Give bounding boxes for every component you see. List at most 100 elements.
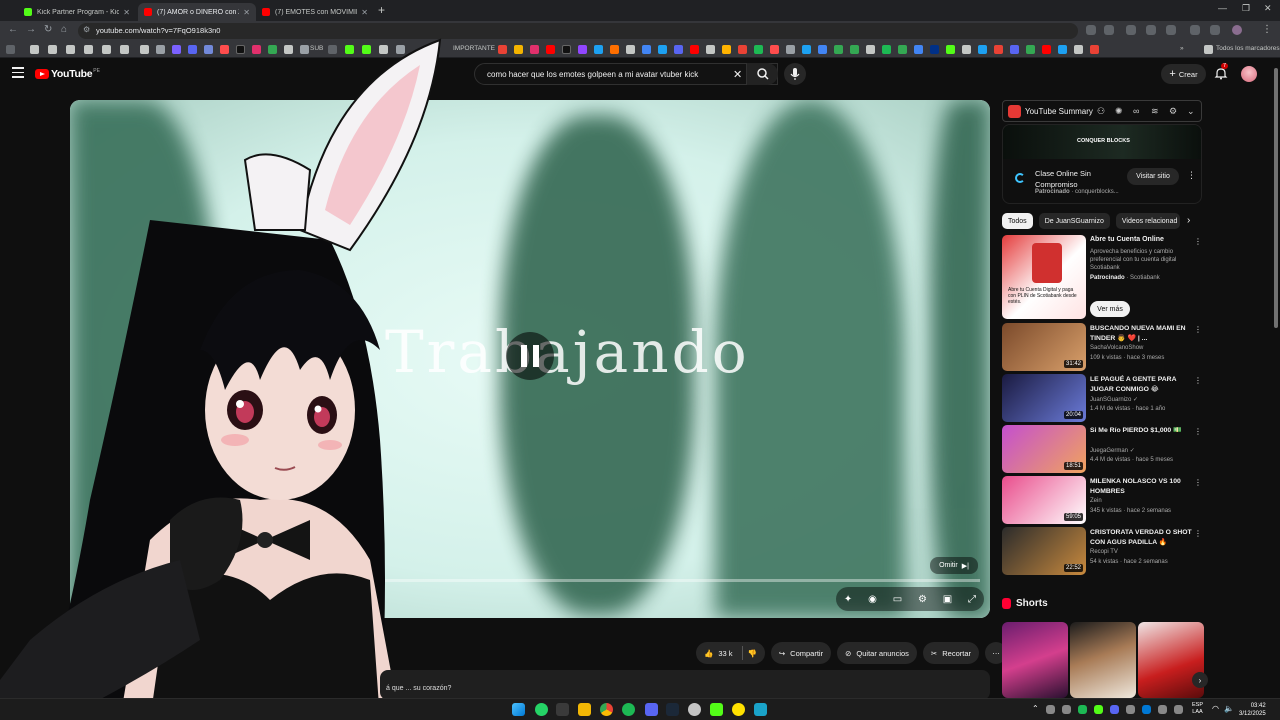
reload-icon[interactable]: ↻ — [44, 24, 52, 35]
bookmark-icon[interactable] — [1090, 45, 1099, 54]
folder-icon[interactable] — [66, 45, 75, 54]
profile-icon[interactable] — [1232, 25, 1242, 35]
folder-icon[interactable] — [1204, 45, 1213, 54]
bookmark-icon[interactable] — [300, 45, 309, 54]
tray-icon[interactable] — [1174, 705, 1183, 714]
video-thumbnail[interactable]: 31:42 — [1002, 323, 1086, 371]
channel-name[interactable]: Zein — [1090, 498, 1102, 504]
more-options-icon[interactable]: ⋮ — [1194, 529, 1202, 538]
hamburger-menu-icon[interactable] — [12, 67, 24, 79]
kick-icon[interactable] — [362, 45, 371, 54]
whatsapp-icon[interactable] — [535, 703, 548, 716]
chip-channel[interactable]: De JuanSGuarnizo — [1038, 213, 1110, 229]
windows-start-icon[interactable] — [512, 703, 525, 716]
bookmark-icon[interactable] — [284, 45, 293, 54]
thumbs-down-icon[interactable]: 👎 — [748, 649, 757, 658]
bookmark-icon[interactable] — [1058, 45, 1067, 54]
recommended-video[interactable]: 18:51 Si Me Río PIERDO $1,000 💵 JuegaGerma… — [1002, 425, 1202, 473]
extension-icon[interactable] — [1126, 25, 1136, 35]
folder-icon[interactable] — [120, 45, 129, 54]
bookmark-icon[interactable] — [914, 45, 923, 54]
bookmark-icon[interactable] — [898, 45, 907, 54]
volume-icon[interactable]: 🔈 — [1224, 704, 1234, 713]
app-icon[interactable] — [732, 703, 745, 716]
bookmark-icon[interactable] — [866, 45, 875, 54]
extension-icon[interactable] — [1190, 25, 1200, 35]
glasses-icon[interactable]: ∞ — [1133, 106, 1139, 116]
progress-bar[interactable] — [80, 579, 980, 582]
bookmark-icon[interactable] — [690, 45, 699, 54]
extension-icon[interactable] — [1086, 25, 1096, 35]
bookmark-icon[interactable] — [1074, 45, 1083, 54]
bookmark-icon[interactable] — [882, 45, 891, 54]
close-tab-icon[interactable]: ✕ — [123, 8, 130, 17]
voice-search-button[interactable] — [784, 63, 806, 85]
bookmark-icon[interactable] — [658, 45, 667, 54]
channel-name[interactable]: SachaVolcanoShow — [1090, 345, 1143, 351]
bookmark-icon[interactable] — [706, 45, 715, 54]
file-explorer-icon[interactable] — [578, 703, 591, 716]
kick-icon[interactable] — [345, 45, 354, 54]
close-tab-icon[interactable]: ✕ — [243, 8, 250, 17]
ad-more-icon[interactable]: ⋮ — [1187, 170, 1196, 181]
bookmark-icon[interactable] — [396, 45, 405, 54]
openai-icon[interactable]: ✺ — [1115, 106, 1123, 117]
tray-icon[interactable] — [1094, 705, 1103, 714]
browser-tab-amor[interactable]: (7) AMOR o DINERO con Z... ✕ — [138, 3, 256, 21]
folder-icon[interactable] — [140, 45, 149, 54]
bookmark-icon[interactable] — [722, 45, 731, 54]
bookmark-icon[interactable] — [204, 45, 213, 54]
short-thumbnail[interactable] — [1070, 622, 1136, 698]
extension-icon[interactable] — [1104, 25, 1114, 35]
shorts-next-button[interactable]: › — [1192, 672, 1208, 688]
scotiabank-ad[interactable]: Abre tu Cuenta Digital y paga con PLIN d… — [1002, 235, 1202, 319]
bookmark-sub[interactable]: SUB — [310, 45, 323, 52]
see-more-button[interactable]: Ver más — [1090, 301, 1130, 317]
video-thumbnail[interactable]: 18:51 — [1002, 425, 1086, 473]
bookmark-icon[interactable] — [674, 45, 683, 54]
video-thumbnail[interactable]: 20:04 — [1002, 374, 1086, 422]
folder-icon[interactable] — [48, 45, 57, 54]
browser-tab-kick[interactable]: Kick Partner Program - Kick Dev ✕ — [18, 3, 136, 21]
recommended-video[interactable]: 59:05 MILENKA NOLASCO VS 100 HOMBRES Zein 3… — [1002, 476, 1202, 524]
settings-gear-icon[interactable]: ⚙ — [918, 594, 927, 605]
more-options-icon[interactable]: ⋮ — [1194, 376, 1202, 385]
bookmark-icon[interactable] — [562, 45, 571, 54]
kick-app-icon[interactable] — [710, 703, 723, 716]
chip-all[interactable]: Todos — [1002, 213, 1033, 229]
more-options-icon[interactable]: ⋮ — [1194, 427, 1202, 436]
short-thumbnail[interactable] — [1002, 622, 1068, 698]
recommended-video[interactable]: 22:52 CRISTORATA VERDAD O SHOT CON AGUS P… — [1002, 527, 1202, 575]
search-input[interactable]: como hacer que los emotes golpeen a mi a… — [474, 63, 778, 85]
bookmark-icon[interactable] — [546, 45, 555, 54]
bookmark-icon[interactable] — [1042, 45, 1051, 54]
create-button[interactable]: + Crear — [1161, 64, 1206, 84]
video-title[interactable]: BUSCANDO NUEVA MAMI EN TINDER 👨 ❤️ | ... — [1090, 324, 1192, 343]
extension-icon[interactable] — [1166, 25, 1176, 35]
video-player[interactable]: Trabajando Omitir ▶| ✦ ◉ ▭ ⚙ ▣ ⤢ — [70, 100, 990, 618]
bookmark-icon[interactable] — [188, 45, 197, 54]
bookmark-icon[interactable] — [514, 45, 523, 54]
apps-icon[interactable] — [6, 45, 15, 54]
bookmark-icon[interactable] — [268, 45, 277, 54]
bookmark-icon[interactable] — [610, 45, 619, 54]
input-language[interactable]: ESP LAA — [1192, 702, 1203, 716]
bookmark-icon[interactable] — [642, 45, 651, 54]
clip-button[interactable]: ✂ Recortar — [922, 642, 979, 664]
visit-site-button[interactable]: Visitar sitio — [1127, 168, 1179, 185]
bookmark-icon[interactable] — [594, 45, 603, 54]
address-bar[interactable]: ⚙ youtube.com/watch?v=7FqO918k3n0 — [78, 23, 1078, 39]
browser-menu-icon[interactable]: ⋮ — [1262, 24, 1272, 35]
tray-icon[interactable] — [1110, 705, 1119, 714]
bookmark-icon[interactable] — [818, 45, 827, 54]
audio-wave-icon[interactable]: ≋ — [1151, 106, 1159, 117]
discord-icon[interactable] — [645, 703, 658, 716]
channel-name[interactable]: JuanSGuarnizo ✓ — [1090, 396, 1138, 403]
back-icon[interactable]: ← — [8, 24, 18, 35]
tray-chevron-icon[interactable]: ⌃ — [1032, 704, 1039, 713]
short-thumbnail[interactable] — [1138, 622, 1204, 698]
bookmark-icon[interactable] — [786, 45, 795, 54]
clear-search-icon[interactable]: ✕ — [733, 68, 742, 81]
theater-mode-icon[interactable]: ▣ — [943, 594, 952, 605]
channel-name[interactable]: JuegaGerman ✓ — [1090, 447, 1135, 454]
